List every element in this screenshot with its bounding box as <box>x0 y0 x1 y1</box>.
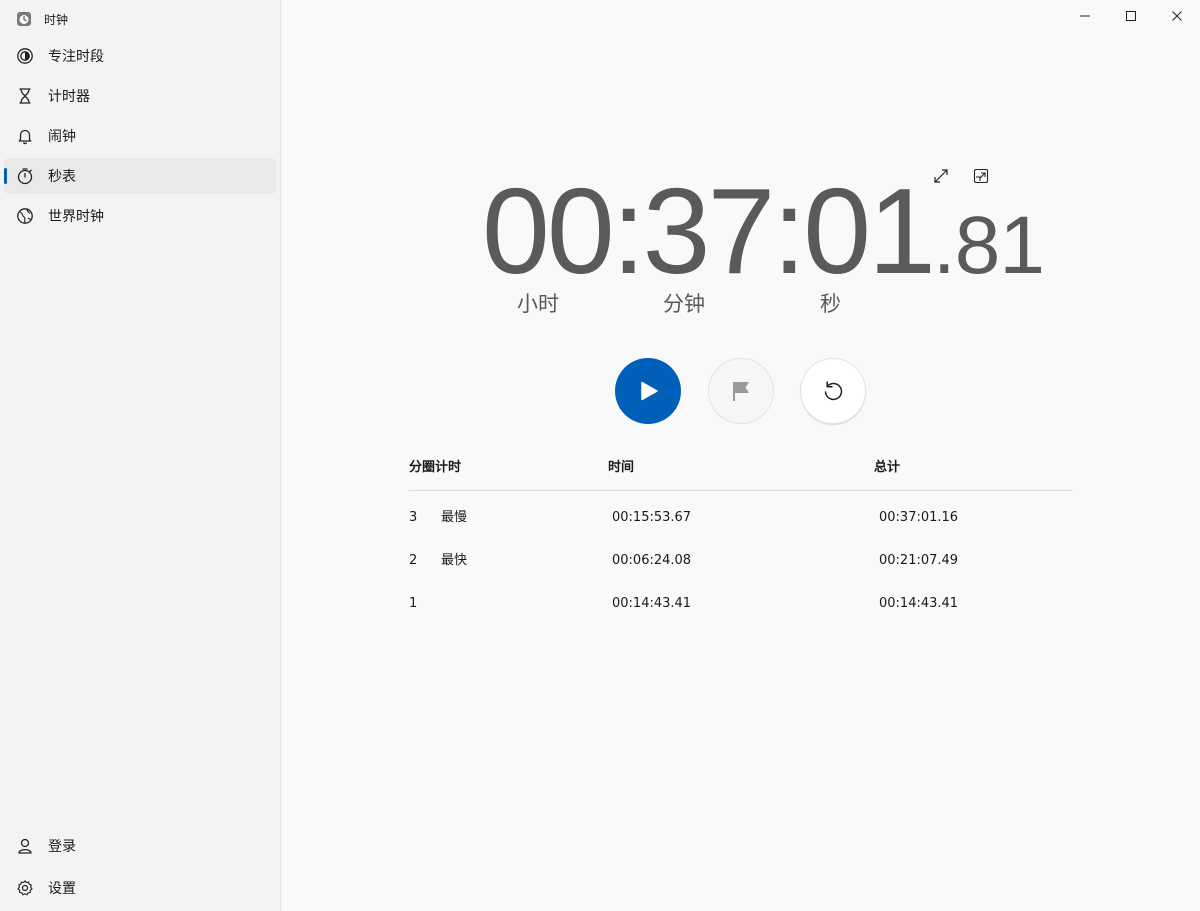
sidebar-item-label: 世界时钟 <box>48 209 104 225</box>
lap-column-header: 分圈计时 <box>409 460 462 475</box>
table-row: 2 最快 00:06:24.08 00:21:07.49 <box>409 546 1073 576</box>
lap-time: 00:14:43.41 <box>612 596 692 611</box>
time-separator: : <box>611 163 646 299</box>
table-header-divider <box>409 490 1073 491</box>
settings-button[interactable]: 设置 <box>4 870 276 906</box>
time-separator: : <box>772 163 806 299</box>
minimize-button[interactable] <box>1062 0 1108 32</box>
lap-button[interactable] <box>708 358 774 424</box>
gear-icon <box>16 879 34 897</box>
lap-number: 1 <box>409 596 418 611</box>
lap-time: 00:15:53.67 <box>612 510 692 525</box>
maximize-icon <box>1125 7 1137 26</box>
sidebar-item-world-clock[interactable]: 世界时钟 <box>4 198 276 234</box>
lap-tag: 最慢 <box>441 510 468 525</box>
sidebar-item-alarm[interactable]: 闹钟 <box>4 118 276 154</box>
stopwatch-display: 00 : 37 : 01 . 81 <box>482 163 1045 299</box>
flag-icon <box>729 379 753 403</box>
sidebar: 时钟 专注时段 计时器 闹钟 秒表 世界时钟 登录 设置 <box>0 0 281 911</box>
sign-in-button[interactable]: 登录 <box>4 828 276 864</box>
decimal-point: . <box>932 200 956 291</box>
sidebar-item-timer[interactable]: 计时器 <box>4 78 276 114</box>
table-row: 1 00:14:43.41 00:14:43.41 <box>409 589 1073 619</box>
sidebar-item-label: 闹钟 <box>48 129 76 145</box>
hours-unit-label: 小时 <box>517 292 559 316</box>
minutes-value: 37 <box>642 163 776 299</box>
app-title: 时钟 <box>44 12 69 27</box>
lap-total: 00:21:07.49 <box>879 553 959 568</box>
maximize-button[interactable] <box>1108 0 1154 32</box>
sidebar-item-focus[interactable]: 专注时段 <box>4 38 276 74</box>
sign-in-label: 登录 <box>48 839 76 855</box>
lap-tag: 最快 <box>441 553 468 568</box>
start-button[interactable] <box>615 358 681 424</box>
sidebar-item-label: 专注时段 <box>48 49 104 65</box>
globe-icon <box>16 207 34 225</box>
minimize-icon <box>1079 7 1091 26</box>
play-icon <box>636 379 660 403</box>
person-icon <box>16 837 34 855</box>
sidebar-item-stopwatch[interactable]: 秒表 <box>4 158 276 194</box>
time-column-header: 时间 <box>608 460 635 475</box>
seconds-unit-label: 秒 <box>820 292 841 316</box>
lap-number: 2 <box>409 553 418 568</box>
clock-app-window: 时钟 专注时段 计时器 闹钟 秒表 世界时钟 登录 设置 00: 37: 0… <box>0 0 1200 911</box>
close-icon <box>1171 7 1183 26</box>
seconds-value: 01 <box>803 163 936 299</box>
lap-total: 00:14:43.41 <box>879 596 959 611</box>
minutes-unit-label: 分钟 <box>663 292 705 316</box>
reset-icon <box>821 379 845 403</box>
close-button[interactable] <box>1154 0 1200 32</box>
app-title-bar: 时钟 <box>16 9 68 29</box>
clock-app-icon <box>16 11 32 27</box>
bell-icon <box>16 127 34 145</box>
sidebar-item-label: 秒表 <box>48 169 76 185</box>
lap-total: 00:37:01.16 <box>879 510 959 525</box>
stopwatch-icon <box>16 167 34 185</box>
hundredths-value: 81 <box>954 200 1045 291</box>
lap-number: 3 <box>409 510 418 525</box>
focus-icon <box>16 47 34 65</box>
total-column-header: 总计 <box>874 460 901 475</box>
hours-value: 00 <box>482 163 615 299</box>
lap-time: 00:06:24.08 <box>612 553 692 568</box>
reset-button[interactable] <box>800 358 866 424</box>
table-row: 3 最慢 00:15:53.67 00:37:01.16 <box>409 503 1073 533</box>
settings-label: 设置 <box>48 881 76 897</box>
hourglass-icon <box>16 87 34 105</box>
sidebar-item-label: 计时器 <box>48 89 90 105</box>
